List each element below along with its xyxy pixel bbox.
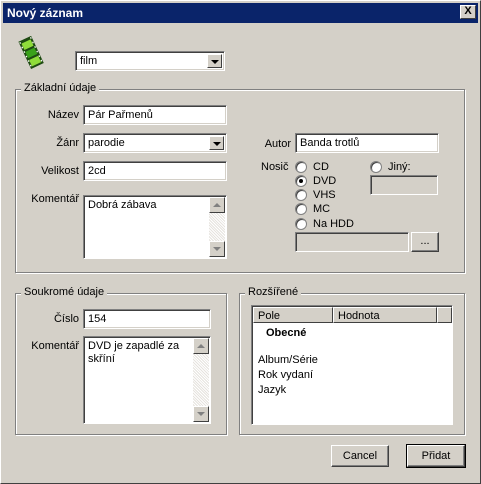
scroll-down-icon[interactable] <box>193 406 209 422</box>
list-item[interactable]: Rok vydaní <box>258 368 313 382</box>
section-header: Obecné <box>266 327 307 339</box>
comment-label: Komentář <box>31 193 79 205</box>
name-field[interactable]: Pár Pařmenů <box>83 105 227 125</box>
number-field[interactable]: 154 <box>83 309 211 329</box>
scroll-down-icon[interactable] <box>209 241 225 257</box>
size-label: Velikost <box>41 165 79 177</box>
comment-memo[interactable]: Dobrá zábava <box>83 195 227 259</box>
chevron-down-icon[interactable] <box>207 54 222 68</box>
hdd-path-field[interactable] <box>295 232 409 252</box>
size-value: 2cd <box>88 165 106 177</box>
genre-label: Žánr <box>56 137 79 149</box>
genre-value: parodie <box>88 137 125 149</box>
author-field[interactable]: Banda trotlů <box>295 133 439 153</box>
size-field[interactable]: 2cd <box>83 161 227 181</box>
column-header-field[interactable]: Pole <box>253 307 333 323</box>
browse-button[interactable]: ... <box>411 232 439 252</box>
scroll-up-icon[interactable] <box>209 197 225 213</box>
radio-vhs-label: VHS <box>313 189 336 201</box>
window-title: Nový záznam <box>7 6 84 20</box>
author-label: Autor <box>264 138 291 150</box>
chevron-down-icon[interactable] <box>209 136 224 150</box>
close-icon[interactable]: X <box>460 5 476 19</box>
private-group-title: Soukromé údaje <box>21 286 108 299</box>
comment-value: Dobrá zábava <box>88 199 157 211</box>
scroll-up-icon[interactable] <box>193 338 209 354</box>
carrier-label: Nosič <box>261 161 289 173</box>
genre-combo[interactable]: parodie <box>83 133 227 153</box>
radio-mc[interactable] <box>295 203 307 215</box>
radio-cd[interactable] <box>295 161 307 173</box>
basic-group-title: Základní údaje <box>21 82 100 95</box>
column-header-value[interactable]: Hodnota <box>333 307 437 323</box>
extended-listview[interactable]: Pole Hodnota Obecné Album/Série Rok vyda… <box>251 305 453 425</box>
dialog-window: Nový záznam X film Základní údaje Název … <box>0 0 481 484</box>
radio-hdd-label: Na HDD <box>313 218 354 230</box>
other-field[interactable] <box>370 175 438 195</box>
list-item[interactable]: Jazyk <box>258 383 286 397</box>
radio-other[interactable] <box>370 161 382 173</box>
author-value: Banda trotlů <box>300 137 360 149</box>
comment-scrollbar[interactable] <box>209 197 225 257</box>
private-comment-label: Komentář <box>31 340 79 352</box>
type-combo[interactable]: film <box>75 51 225 71</box>
radio-hdd[interactable] <box>295 218 307 230</box>
film-strip-icon <box>18 35 44 69</box>
list-item[interactable]: Album/Série <box>258 353 318 367</box>
radio-vhs[interactable] <box>295 189 307 201</box>
number-label: Číslo <box>53 313 79 325</box>
radio-dvd-label: DVD <box>313 175 337 187</box>
radio-cd-label: CD <box>313 161 329 173</box>
title-bar: Nový záznam X <box>3 3 478 23</box>
type-combo-value: film <box>80 55 98 67</box>
radio-dvd[interactable] <box>295 175 307 187</box>
cancel-button[interactable]: Cancel <box>331 445 389 467</box>
name-value: Pár Pařmenů <box>88 109 153 121</box>
add-button[interactable]: Přidat <box>406 444 466 468</box>
name-label: Název <box>47 109 79 121</box>
extended-group-title: Rozšířené <box>245 286 302 299</box>
private-comment-memo[interactable]: DVD je zapadlé za skříní <box>83 336 211 424</box>
radio-other-label: Jiný: <box>388 161 411 173</box>
private-comment-scrollbar[interactable] <box>193 338 209 422</box>
private-comment-value: DVD je zapadlé za skříní <box>88 340 180 365</box>
number-value: 154 <box>88 313 107 325</box>
radio-mc-label: MC <box>313 203 331 215</box>
column-header-filler <box>437 307 452 323</box>
